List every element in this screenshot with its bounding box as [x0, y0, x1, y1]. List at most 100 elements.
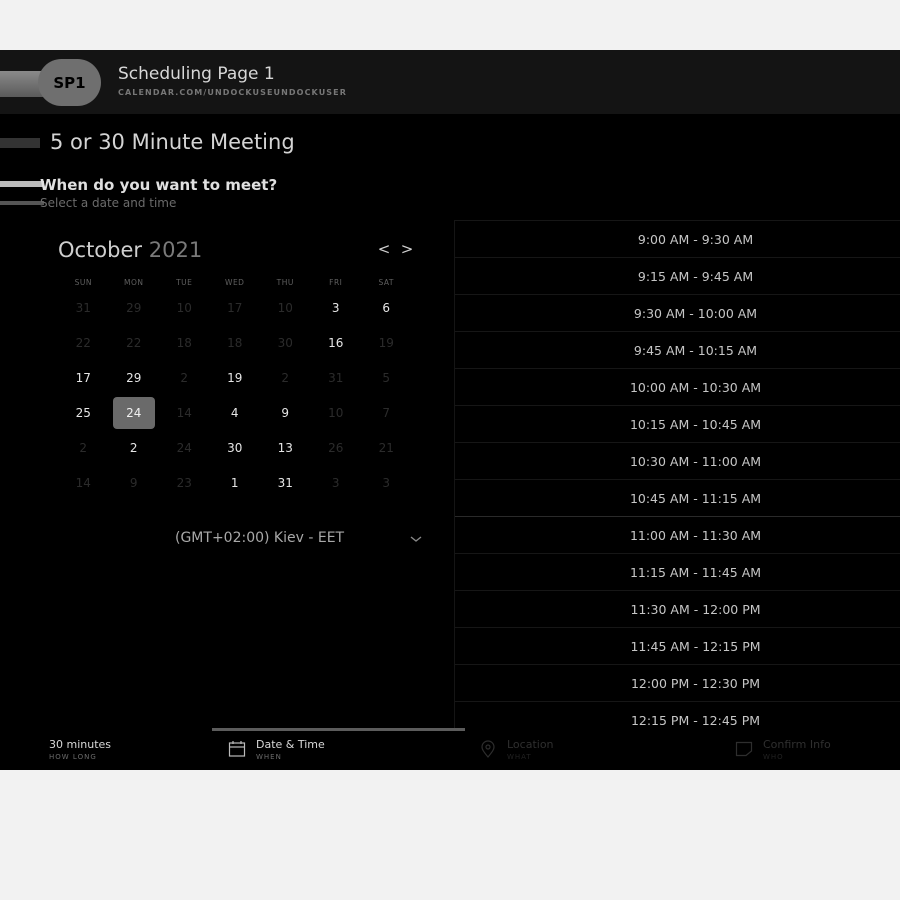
day-number: 9	[129, 475, 138, 490]
time-slot-list: 9:00 AM - 9:30 AM 9:15 AM - 9:45 AM 9:30 A…	[454, 220, 900, 728]
calendar-day: 29	[109, 290, 160, 325]
weekday-header: MON	[124, 278, 144, 287]
calendar-day: 30	[260, 325, 311, 360]
day-number: 10	[328, 405, 344, 420]
day-number: 31	[75, 300, 91, 315]
time-slot[interactable]: 9:30 AM - 10:00 AM	[455, 294, 900, 331]
side-strip	[0, 138, 40, 148]
calendar-day: 31	[58, 290, 109, 325]
calendar-day: 14	[58, 465, 109, 500]
day-number: 31	[328, 370, 344, 385]
time-slot[interactable]: 10:30 AM - 11:00 AM	[455, 442, 900, 479]
calendar-day: 5	[361, 360, 412, 395]
day-number: 9	[281, 405, 290, 420]
day-number: 29	[126, 300, 142, 315]
calendar-day: 23	[159, 465, 210, 500]
time-slot[interactable]: 11:45 AM - 12:15 PM	[455, 627, 900, 664]
calendar-day: 2	[159, 360, 210, 395]
day-number: 2	[129, 440, 138, 455]
weekday-header: THU	[276, 278, 294, 287]
step-location[interactable]: Location WHAT	[507, 738, 554, 761]
year: 2021	[148, 238, 203, 262]
day-number: 25	[75, 405, 91, 420]
timezone-select[interactable]: (GMT+02:00) Kiev - EET	[175, 530, 344, 546]
step-label: Location	[507, 738, 554, 751]
day-number: 17	[227, 300, 243, 315]
next-month-button[interactable]: >	[399, 240, 415, 260]
step-label: Confirm Info	[763, 738, 831, 751]
header: SP1 Scheduling Page 1 CALENDAR.COM/UNDOC…	[0, 50, 900, 114]
calendar-day[interactable]: 6	[361, 290, 412, 325]
time-slot[interactable]: 10:15 AM - 10:45 AM	[455, 405, 900, 442]
calendar-day: 18	[159, 325, 210, 360]
calendar-day[interactable]: 25	[58, 395, 109, 430]
weekday-header: FRI	[329, 278, 343, 287]
calendar-day[interactable]: 2	[109, 430, 160, 465]
step-confirm[interactable]: Confirm Info WHO	[763, 738, 831, 761]
day-number: 2	[281, 370, 290, 385]
day-number: 19	[227, 370, 243, 385]
calendar-day[interactable]: 1	[210, 465, 261, 500]
step-duration[interactable]: 30 minutes HOW LONG	[49, 738, 111, 761]
calendar-day: 10	[311, 395, 362, 430]
calendar-day: 22	[58, 325, 109, 360]
calendar-day[interactable]: 29	[109, 360, 160, 395]
location-pin-icon	[481, 740, 495, 758]
day-number: 18	[227, 335, 243, 350]
calendar-day[interactable]: 19	[210, 360, 261, 395]
chevron-down-icon[interactable]	[408, 532, 424, 546]
calendar-day[interactable]: 30	[210, 430, 261, 465]
time-slot[interactable]: 10:00 AM - 10:30 AM	[455, 368, 900, 405]
time-slot[interactable]: 11:00 AM - 11:30 AM	[455, 516, 900, 553]
calendar-day[interactable]: 3	[311, 290, 362, 325]
calendar-day: 31	[311, 360, 362, 395]
day-number: 13	[277, 440, 293, 455]
time-slot[interactable]: 10:45 AM - 11:15 AM	[455, 479, 900, 516]
time-slot[interactable]: 12:00 PM - 12:30 PM	[455, 664, 900, 701]
weekday-header: TUE	[176, 278, 193, 287]
time-slot[interactable]: 11:15 AM - 11:45 AM	[455, 553, 900, 590]
step-sublabel: WHO	[763, 753, 784, 761]
calendar-day[interactable]: 9	[260, 395, 311, 430]
note-icon	[735, 741, 753, 757]
weekday-header: WED	[225, 278, 245, 287]
time-slot[interactable]: 9:00 AM - 9:30 AM	[455, 220, 900, 257]
calendar-day[interactable]: 13	[260, 430, 311, 465]
day-number: 7	[382, 405, 391, 420]
calendar-month-label: October 2021	[58, 238, 202, 262]
calendar-day: 7	[361, 395, 412, 430]
time-slot[interactable]: 9:45 AM - 10:15 AM	[455, 331, 900, 368]
day-number: 16	[328, 335, 344, 350]
day-number: 3	[382, 475, 391, 490]
time-slot[interactable]: 11:30 AM - 12:00 PM	[455, 590, 900, 627]
day-number: 31	[277, 475, 293, 490]
weekday-header: SUN	[74, 278, 92, 287]
avatar: SP1	[38, 59, 101, 106]
weekday-header: SAT	[378, 278, 395, 287]
side-strip	[0, 201, 44, 205]
calendar-day[interactable]: 4	[210, 395, 261, 430]
calendar-day[interactable]: 31	[260, 465, 311, 500]
calendar-day[interactable]: 17	[58, 360, 109, 395]
day-number: 2	[180, 370, 189, 385]
section-subtext: Select a date and time	[40, 196, 177, 210]
step-footer: 30 minutes HOW LONG Date & Time WHEN Loc…	[0, 728, 900, 770]
day-number: 24	[176, 440, 192, 455]
day-number: 1	[230, 475, 239, 490]
calendar-day[interactable]: 16	[311, 325, 362, 360]
day-number: 3	[331, 300, 340, 315]
step-date-time[interactable]: Date & Time WHEN	[256, 738, 325, 761]
page-url[interactable]: CALENDAR.COM/UNDOCKUSEUNDOCKUSER	[118, 88, 347, 97]
day-number: 4	[230, 405, 239, 420]
calendar-icon	[228, 741, 246, 757]
page-title: Scheduling Page 1	[118, 64, 275, 84]
calendar-day: 10	[159, 290, 210, 325]
calendar-day-selected[interactable]: 24	[109, 395, 160, 430]
prev-month-button[interactable]: <	[376, 240, 392, 260]
calendar-day: 24	[159, 430, 210, 465]
day-number: 30	[227, 440, 243, 455]
calendar-day: 2	[58, 430, 109, 465]
time-slot[interactable]: 9:15 AM - 9:45 AM	[455, 257, 900, 294]
day-number: 23	[176, 475, 192, 490]
day-number: 22	[75, 335, 91, 350]
